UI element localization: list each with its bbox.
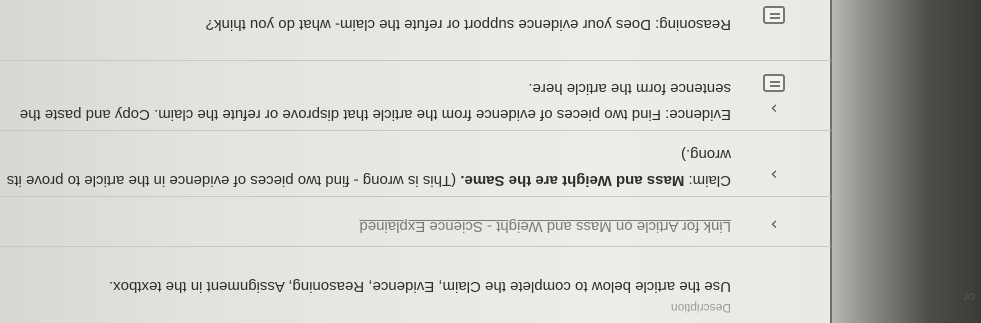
reasoning-line: Reasoning: Does your evidence support or… xyxy=(205,16,731,33)
instructions-text: Use the article below to complete the Cl… xyxy=(109,278,731,295)
reasoning-row[interactable]: Reasoning: Does your evidence support or… xyxy=(0,0,831,61)
evidence-row[interactable]: › Evidence: Find two pieces of evidence … xyxy=(0,68,831,131)
photo-frame: or Description Use the article below to … xyxy=(0,0,981,323)
assignment-page: or Description Use the article below to … xyxy=(0,0,981,323)
evidence-line-2: sentence form the article here. xyxy=(528,80,731,97)
edge-text: or xyxy=(963,290,975,305)
rotated-screen: or Description Use the article below to … xyxy=(0,0,981,323)
section-label: Description xyxy=(670,301,731,315)
textbox-icon[interactable] xyxy=(757,0,791,30)
claim-row[interactable]: › Claim: Mass and Weight are the Same. (… xyxy=(0,134,831,197)
left-margin-panel xyxy=(831,0,981,323)
chevron-right-icon[interactable]: › xyxy=(757,210,791,240)
textbox-icon[interactable] xyxy=(757,68,791,98)
claim-statement: Mass and Weight are the Same. xyxy=(460,172,685,189)
article-link[interactable]: Link for Article on Mass and Weight - Sc… xyxy=(359,215,731,237)
evidence-line-1: Evidence: Find two pieces of evidence fr… xyxy=(19,106,731,123)
claim-line: Claim: Mass and Weight are the Same. (Th… xyxy=(7,169,731,191)
article-link-row[interactable]: › Link for Article on Mass and Weight - … xyxy=(0,202,831,247)
chevron-right-icon[interactable]: › xyxy=(757,160,791,190)
description-row: Description Use the article below to com… xyxy=(0,265,831,323)
chevron-right-icon[interactable]: › xyxy=(757,94,791,124)
claim-rest: (This is wrong - find two pieces of evid… xyxy=(6,172,461,189)
claim-wrap: wrong.) xyxy=(680,146,731,163)
claim-label: Claim: xyxy=(688,172,731,189)
